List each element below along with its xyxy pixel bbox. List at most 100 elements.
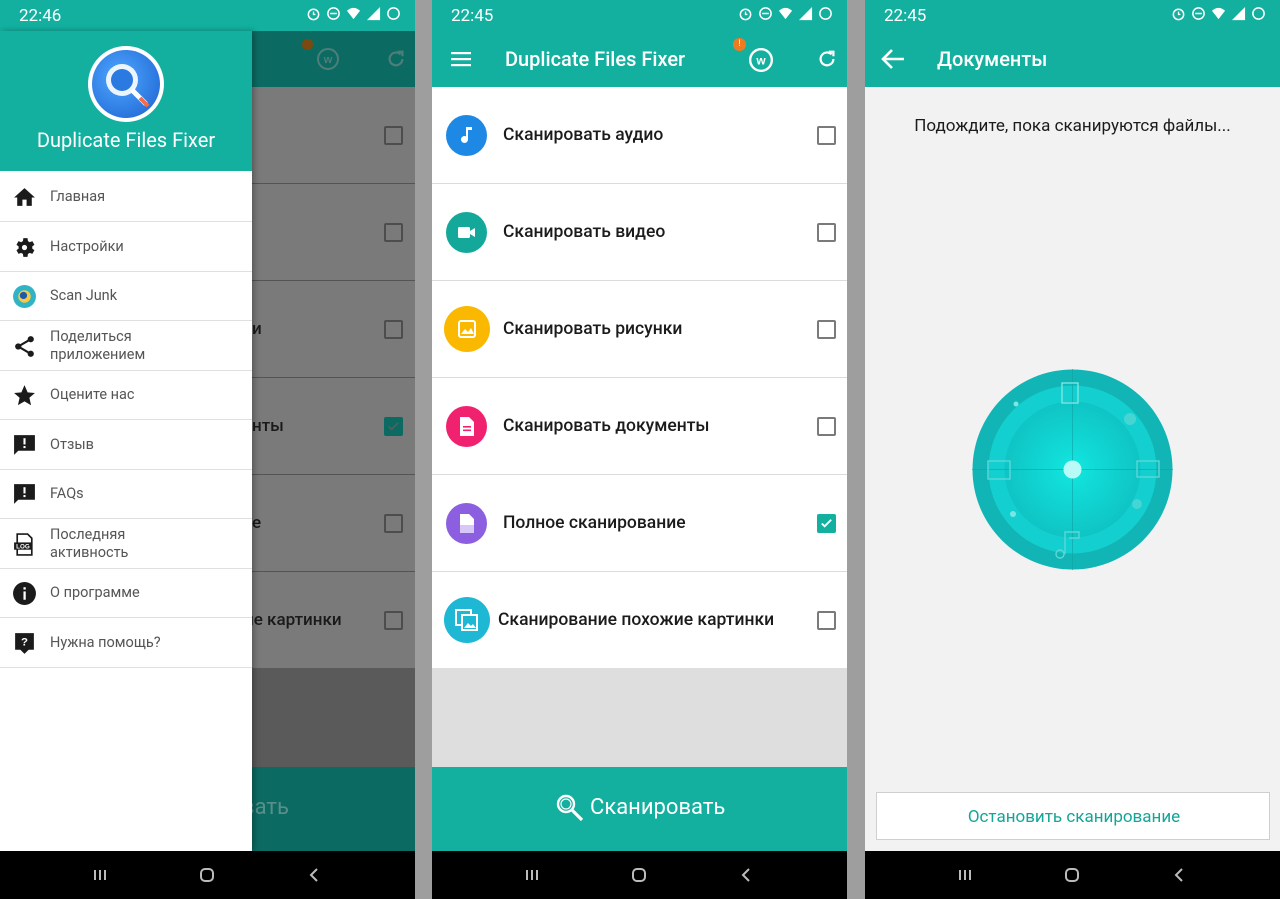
menu-item-share[interactable]: Поделиться приложением bbox=[0, 321, 252, 371]
scan-video-row[interactable]: Сканировать видео bbox=[432, 184, 847, 281]
scan-radar-icon bbox=[972, 369, 1173, 570]
menu-item-home[interactable]: Главная bbox=[0, 172, 252, 222]
drawer-header: Duplicate Files Fixer bbox=[0, 31, 252, 171]
menu-item-about[interactable]: О программе bbox=[0, 568, 252, 618]
notification-badge: ! bbox=[733, 38, 746, 51]
menu-item-settings[interactable]: Настройки bbox=[0, 222, 252, 272]
recents-icon[interactable] bbox=[90, 865, 110, 885]
status-icons bbox=[1171, 6, 1266, 21]
scanning-screen: 22:45 Документы Подождите, пока сканирую… bbox=[865, 0, 1280, 899]
menu-item-help[interactable]: ? Нужна помощь? bbox=[0, 618, 252, 668]
wifi-icon bbox=[346, 7, 361, 20]
svg-text:w: w bbox=[323, 54, 333, 66]
page-title: Документы bbox=[937, 47, 1048, 71]
full-scan-row[interactable]: Полное сканирование bbox=[432, 475, 847, 572]
row-label: Сканировать документы bbox=[503, 416, 710, 436]
checkbox[interactable] bbox=[817, 611, 836, 630]
row-label: Сканировать видео bbox=[503, 222, 666, 242]
star-icon bbox=[14, 385, 35, 406]
dimmed-row-label: е bbox=[252, 513, 262, 533]
signal-icon bbox=[366, 6, 381, 21]
wiki-button[interactable]: w bbox=[748, 47, 774, 73]
dimmed-appbar: w bbox=[252, 31, 415, 87]
similar-images-row[interactable]: Сканирование похожие картинки bbox=[432, 572, 847, 669]
feedback-icon bbox=[14, 435, 35, 455]
signal-icon bbox=[1231, 6, 1246, 21]
menu-icon[interactable] bbox=[450, 49, 472, 69]
scan-images-row[interactable]: Сканировать рисунки bbox=[432, 281, 847, 378]
menu-item-label: Scan Junk bbox=[50, 287, 118, 304]
svg-text:?: ? bbox=[21, 637, 28, 649]
home-nav-icon[interactable] bbox=[1062, 865, 1082, 885]
battery-icon bbox=[819, 7, 832, 20]
recents-icon[interactable] bbox=[522, 865, 542, 885]
dimmed-checkbox bbox=[384, 320, 403, 339]
video-icon bbox=[446, 212, 487, 253]
system-nav-bar bbox=[0, 851, 415, 899]
scan-documents-row[interactable]: Сканировать документы bbox=[432, 378, 847, 475]
menu-item-rate[interactable]: Оцените нас bbox=[0, 370, 252, 420]
menu-item-label: Нужна помощь? bbox=[50, 634, 161, 651]
menu-item-scan-junk[interactable]: Scan Junk bbox=[0, 271, 252, 321]
status-time: 22:46 bbox=[19, 6, 62, 26]
svg-text:w: w bbox=[755, 53, 766, 67]
status-bar: 22:45 bbox=[432, 0, 847, 31]
checkbox[interactable] bbox=[817, 126, 836, 145]
battery-icon bbox=[1252, 7, 1265, 20]
stop-scan-button[interactable]: Остановить сканирование bbox=[876, 792, 1270, 840]
menu-item-label: Отзыв bbox=[50, 436, 94, 453]
wiki-icon: w bbox=[317, 48, 339, 70]
system-nav-bar bbox=[432, 851, 847, 899]
back-nav-icon[interactable] bbox=[304, 865, 324, 885]
menu-item-label-line2: активность bbox=[50, 544, 129, 561]
back-nav-icon[interactable] bbox=[1169, 865, 1189, 885]
home-nav-icon[interactable] bbox=[629, 865, 649, 885]
menu-item-feedback[interactable]: Отзыв bbox=[0, 420, 252, 470]
gear-icon bbox=[16, 238, 35, 257]
scan-junk-icon bbox=[13, 285, 36, 308]
alarm-icon bbox=[739, 8, 752, 21]
checkbox[interactable] bbox=[817, 417, 836, 436]
scan-button[interactable]: Сканировать bbox=[432, 767, 847, 851]
status-bar: 22:46 bbox=[0, 0, 415, 31]
app-title: Duplicate Files Fixer bbox=[505, 47, 686, 71]
menu-item-label: Оцените нас bbox=[50, 386, 135, 403]
menu-item-label-line2: приложением bbox=[50, 346, 146, 363]
status-icons bbox=[306, 6, 401, 21]
dimmed-checkbox bbox=[384, 126, 403, 145]
refresh-icon[interactable] bbox=[816, 48, 838, 70]
dnd-icon bbox=[327, 7, 340, 20]
svg-text:LOG: LOG bbox=[16, 544, 30, 551]
dimmed-row-label: нты bbox=[252, 416, 284, 436]
menu-item-last-activity[interactable]: LOG Последняя активность bbox=[0, 519, 252, 569]
back-nav-icon[interactable] bbox=[736, 865, 756, 885]
alarm-icon bbox=[1172, 8, 1185, 21]
checkbox[interactable] bbox=[817, 223, 836, 242]
similar-images-icon bbox=[444, 597, 490, 643]
drawer-app-title: Duplicate Files Fixer bbox=[36, 128, 216, 152]
menu-item-label-line1: Поделиться bbox=[50, 328, 132, 345]
checkbox-checked[interactable] bbox=[817, 514, 836, 533]
info-icon bbox=[13, 582, 36, 605]
home-icon bbox=[14, 188, 35, 206]
alarm-icon bbox=[307, 8, 320, 21]
document-icon bbox=[446, 406, 487, 447]
dimmed-empty-area bbox=[252, 668, 415, 767]
menu-item-label: О программе bbox=[50, 584, 140, 601]
checkbox[interactable] bbox=[817, 320, 836, 339]
menu-item-faqs[interactable]: FAQs bbox=[0, 469, 252, 519]
scan-button-label: Сканировать bbox=[590, 795, 726, 820]
row-label: Полное сканирование bbox=[503, 513, 686, 533]
home-nav-icon[interactable] bbox=[197, 865, 217, 885]
help-icon: ? bbox=[15, 633, 34, 654]
stop-scan-label: Остановить сканирование bbox=[967, 807, 1181, 827]
image-icon bbox=[444, 306, 490, 352]
status-time: 22:45 bbox=[884, 6, 927, 26]
scan-audio-row[interactable]: Сканировать аудио bbox=[432, 87, 847, 184]
dnd-icon bbox=[1192, 7, 1205, 20]
app-logo bbox=[88, 46, 164, 122]
status-icons bbox=[738, 6, 833, 21]
recents-icon[interactable] bbox=[955, 865, 975, 885]
back-arrow-icon[interactable] bbox=[880, 47, 906, 71]
row-label: Сканирование похожие картинки bbox=[498, 610, 775, 630]
